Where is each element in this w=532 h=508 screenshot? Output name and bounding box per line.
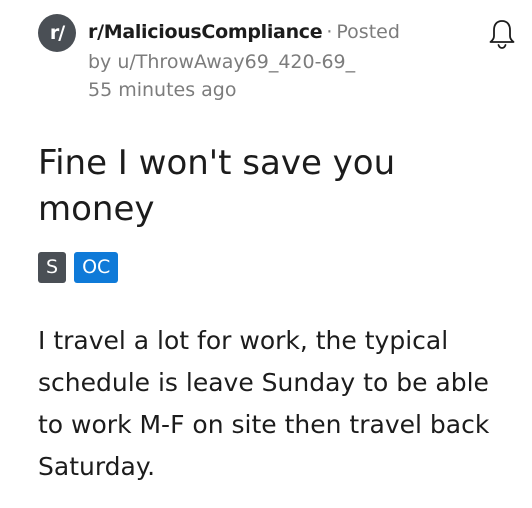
subreddit-link[interactable]: r/MaliciousCompliance xyxy=(88,21,323,43)
subreddit-avatar[interactable]: r/ xyxy=(38,14,76,52)
notification-bell-button[interactable] xyxy=(482,14,522,54)
post-meta: r/MaliciousCompliance · Posted by u/ThrowA… xyxy=(88,18,478,104)
posted-label: Posted xyxy=(336,21,400,43)
flair-spoiler[interactable]: S xyxy=(38,252,67,283)
meta-separator: · xyxy=(326,21,333,43)
post-container: r/ r/MaliciousCompliance · Posted by u/Thr… xyxy=(0,0,532,508)
flair-list: S OC xyxy=(38,252,119,283)
meta-line-subreddit: r/MaliciousCompliance · Posted xyxy=(88,18,478,46)
author-link[interactable]: by u/ThrowAway69_420-69_ xyxy=(88,48,478,76)
post-body: I travel a lot for work, the typical sch… xyxy=(38,326,490,481)
post-title[interactable]: Fine I won't save you money xyxy=(38,140,508,232)
post-timestamp: 55 minutes ago xyxy=(88,79,237,101)
flair-oc[interactable]: OC xyxy=(74,252,119,283)
bell-icon xyxy=(489,20,515,49)
